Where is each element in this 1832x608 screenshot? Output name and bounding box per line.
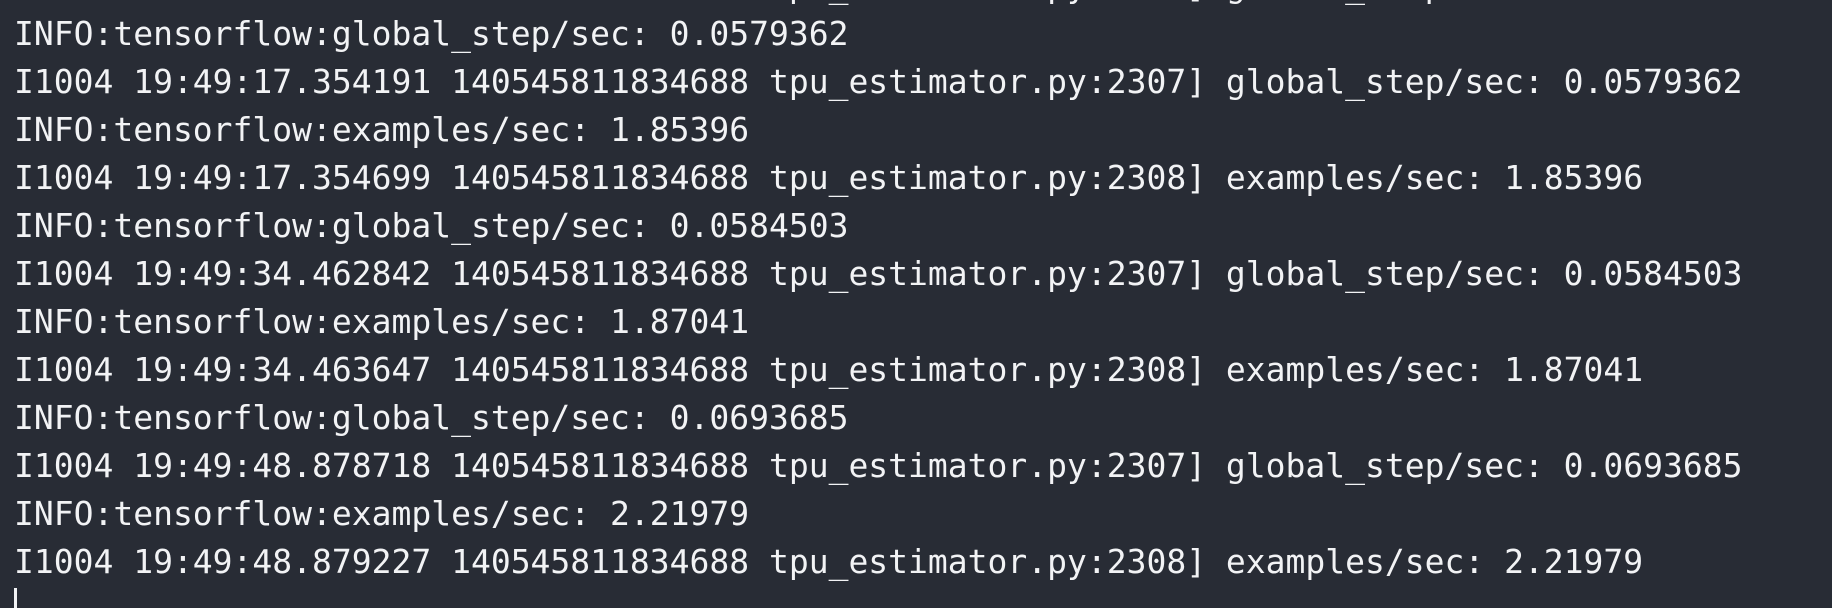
terminal-line-partial: I1004 19:49:00.248519 140545811834688 tp…: [14, 0, 1524, 10]
terminal-line: I1004 19:49:48.878718 140545811834688 tp…: [14, 446, 1743, 485]
terminal-line: INFO:tensorflow:global_step/sec: 0.05793…: [14, 14, 849, 53]
terminal-line: I1004 19:49:34.462842 140545811834688 tp…: [14, 254, 1743, 293]
terminal-line: INFO:tensorflow:global_step/sec: 0.06936…: [14, 398, 849, 437]
terminal-line: I1004 19:49:34.463647 140545811834688 tp…: [14, 350, 1644, 389]
text-cursor: [14, 588, 17, 608]
terminal-line: I1004 19:49:17.354191 140545811834688 tp…: [14, 62, 1743, 101]
terminal-line: I1004 19:49:48.879227 140545811834688 tp…: [14, 542, 1644, 581]
terminal-line: INFO:tensorflow:examples/sec: 1.85396: [14, 110, 750, 149]
terminal-output[interactable]: I1004 19:49:00.248519 140545811834688 tp…: [0, 0, 1832, 608]
terminal-line: I1004 19:49:17.354699 140545811834688 tp…: [14, 158, 1644, 197]
terminal-line: INFO:tensorflow:examples/sec: 2.21979: [14, 494, 750, 533]
terminal-line: INFO:tensorflow:global_step/sec: 0.05845…: [14, 206, 849, 245]
terminal-lines: INFO:tensorflow:global_step/sec: 0.05793…: [14, 10, 1743, 586]
terminal-line: INFO:tensorflow:examples/sec: 1.87041: [14, 302, 750, 341]
